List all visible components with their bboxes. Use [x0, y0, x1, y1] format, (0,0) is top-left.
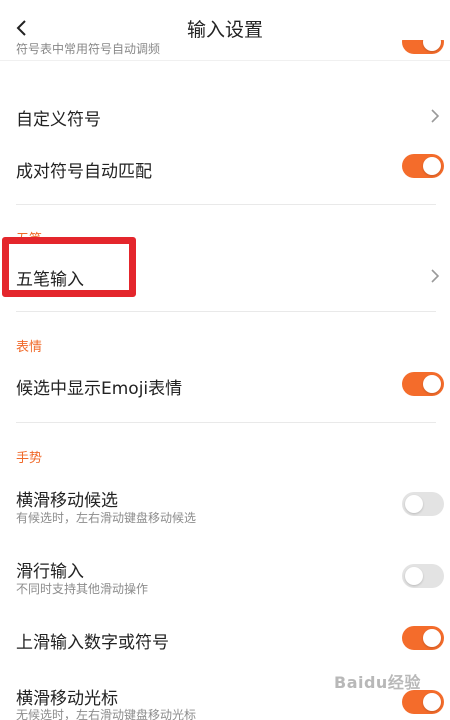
custom-symbol-row[interactable]: 自定义符号: [0, 90, 450, 138]
toggle-knob: [423, 629, 441, 647]
toggle-knob: [423, 157, 441, 175]
paired-symbol-toggle[interactable]: [402, 154, 444, 178]
auto-frequency-toggle[interactable]: [402, 40, 444, 54]
swipe-candidate-row: 横滑移动候选 有候选时，左右滑动键盘移动候选: [0, 480, 450, 530]
row-label: 滑行输入: [16, 562, 84, 582]
row-label: 成对符号自动匹配: [16, 162, 152, 182]
toggle-knob: [405, 495, 423, 513]
swipe-cursor-toggle[interactable]: [402, 690, 444, 714]
swipe-candidate-toggle[interactable]: [402, 492, 444, 516]
row-label: 横滑移动候选: [16, 491, 118, 511]
divider: [16, 311, 436, 312]
paired-symbol-row: 成对符号自动匹配: [0, 142, 450, 190]
glide-input-toggle[interactable]: [402, 564, 444, 588]
chevron-right-icon: [430, 268, 440, 283]
swipe-up-input-toggle[interactable]: [402, 626, 444, 650]
swipe-up-input-row: 上滑输入数字或符号: [0, 614, 450, 664]
section-label-emoji: 表情: [16, 340, 43, 355]
watermark: Baidu经验: [334, 673, 421, 692]
row-subtitle: 有候选时，左右滑动键盘移动候选: [16, 511, 197, 525]
chevron-right-icon: [430, 108, 440, 123]
emoji-candidate-row: 候选中显示Emoji表情: [0, 360, 450, 410]
row-subtitle: 不同时支持其他滑动操作: [16, 582, 149, 596]
row-label: 上滑输入数字或符号: [16, 633, 169, 653]
divider: [16, 422, 436, 423]
toggle-knob: [405, 567, 423, 585]
toggle-knob: [423, 40, 441, 51]
row-subtitle: 符号表中常用符号自动调频: [16, 42, 161, 56]
emoji-candidate-toggle[interactable]: [402, 372, 444, 396]
clipped-setting-row: 符号表中常用符号自动调频: [0, 40, 450, 58]
row-subtitle: 无候选时，左右滑动键盘移动光标: [16, 708, 197, 720]
highlight-box: [2, 237, 136, 297]
divider: [0, 60, 450, 61]
section-label-gesture: 手势: [16, 451, 43, 466]
toggle-knob: [423, 375, 441, 393]
row-label: 自定义符号: [16, 110, 101, 130]
row-label: 候选中显示Emoji表情: [16, 379, 183, 399]
toggle-knob: [423, 693, 441, 711]
page-title: 输入设置: [186, 19, 263, 41]
glide-input-row: 滑行输入 不同时支持其他滑动操作: [0, 551, 450, 601]
divider: [16, 204, 436, 205]
